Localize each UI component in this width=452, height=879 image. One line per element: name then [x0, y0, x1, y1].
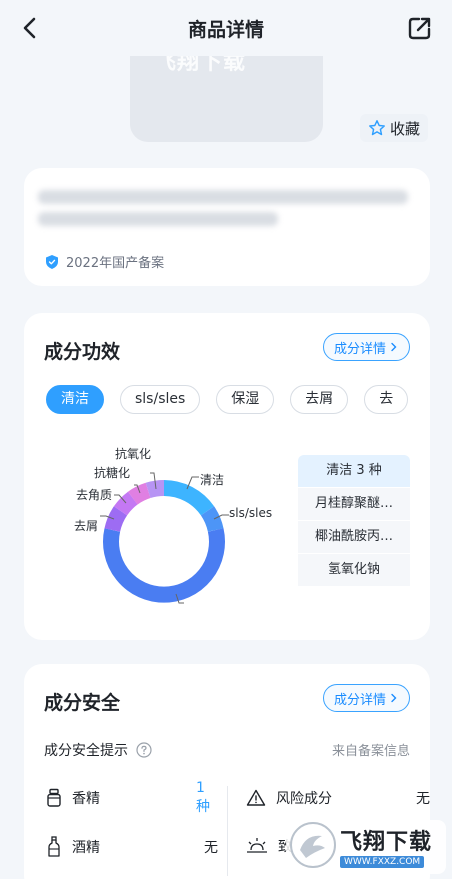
- ingredient-item[interactable]: 氢氧化钠: [298, 554, 410, 586]
- effect-card: 成分功效 成分详情 清洁 sls/sles 保湿 去屑去 清洁 sls/sles…: [24, 313, 430, 640]
- product-info-card: 2022年国产备案: [24, 168, 430, 286]
- label-dandruff: 去屑: [74, 519, 99, 533]
- favorite-label: 收藏: [389, 119, 420, 138]
- tab-dandruff[interactable]: 去屑: [290, 385, 349, 414]
- safety-row-alcohol[interactable]: 酒精 无: [46, 836, 218, 858]
- sun-icon: [247, 838, 267, 853]
- tab-moisturize[interactable]: 保湿: [216, 385, 275, 414]
- help-icon[interactable]: [136, 742, 152, 758]
- chevron-right-icon: [391, 693, 397, 703]
- effect-detail-label: 成分详情: [333, 341, 386, 357]
- label-sls: sls/sles: [229, 506, 273, 520]
- alcohol-label: 酒精: [72, 840, 100, 856]
- donut-svg: [100, 472, 229, 604]
- shield-icon: [46, 254, 58, 269]
- donut-segment-dandruff: [104, 506, 128, 532]
- warning-icon: [246, 789, 266, 806]
- safety-title: 成分安全: [44, 692, 121, 714]
- perfume-icon: [47, 788, 61, 807]
- share-button[interactable]: [406, 14, 434, 42]
- alcohol-value: 无: [204, 840, 218, 856]
- ingredient-list-header: 清洁 3 种: [298, 455, 410, 487]
- effect-detail-button[interactable]: 成分详情: [322, 333, 410, 361]
- donut-segment-sls: [200, 506, 224, 532]
- donut-segment-moisturize: [103, 528, 225, 603]
- safety-row-risk[interactable]: 风险成分 无: [246, 788, 430, 808]
- fragrance-value: 1种: [196, 780, 210, 815]
- record-badge: 2022年国产备案: [44, 252, 164, 271]
- chevron-right-icon: [391, 342, 397, 352]
- watermark-logo: 飞翔下载 WWW.FXXZ.COM: [286, 820, 446, 874]
- tab-sls[interactable]: sls/sles: [120, 385, 201, 414]
- ingredient-list: 清洁 3 种 月桂醇聚醚… 椰油酰胺丙… 氢氧化钠: [298, 455, 410, 587]
- watermark-wing-icon: [300, 835, 325, 858]
- watermark-title: 飞翔下载: [340, 830, 433, 855]
- fragrance-label: 香精: [72, 791, 100, 807]
- effect-title: 成分功效: [44, 341, 121, 363]
- blurred-product-name: [38, 190, 408, 204]
- record-text: 2022年国产备案: [66, 256, 165, 271]
- label-clean: 清洁: [200, 473, 225, 487]
- donut-segment-clean: [163, 480, 215, 516]
- blurred-product-name-line2: [38, 212, 278, 226]
- safety-row-fragrance[interactable]: 香精 1种: [46, 780, 210, 815]
- safety-detail-label: 成分详情: [333, 692, 386, 708]
- tab-clean[interactable]: 清洁: [46, 385, 104, 414]
- favorite-button[interactable]: 收藏: [359, 114, 428, 142]
- tab-more[interactable]: 去: [364, 385, 409, 414]
- bottle-icon: [48, 836, 60, 857]
- top-bar: 商品详情: [0, 0, 452, 56]
- ingredient-item[interactable]: 椰油酰胺丙…: [298, 521, 410, 553]
- donut-segment-glycation: [128, 482, 151, 505]
- label-glycation: 抗糖化: [94, 466, 131, 480]
- donut-segment-keratin: [113, 491, 138, 516]
- risk-value: 无: [416, 791, 430, 807]
- label-keratin: 去角质: [76, 488, 113, 502]
- share-icon: [408, 17, 431, 40]
- safety-subtitle: 成分安全提示: [44, 743, 128, 759]
- effect-tabs: 清洁 sls/sles 保湿 去屑去: [46, 385, 412, 415]
- safety-subtitle-row: 成分安全提示: [44, 740, 152, 760]
- page-title: 商品详情: [187, 19, 264, 41]
- ingredient-item[interactable]: 月桂醇聚醚…: [298, 488, 410, 520]
- risk-label: 风险成分: [276, 791, 332, 807]
- effect-donut-chart: 清洁 sls/sles 去屑 去角质 抗糖化 抗氧化: [24, 431, 314, 631]
- watermark-url: WWW.FXXZ.COM: [340, 856, 425, 868]
- label-antioxidant: 抗氧化: [115, 447, 152, 461]
- star-icon: [369, 120, 385, 136]
- safety-detail-button[interactable]: 成分详情: [322, 684, 410, 712]
- watermark-emblem: [290, 822, 336, 868]
- safety-divider: [227, 786, 228, 876]
- safety-source: 来自备案信息: [331, 744, 410, 759]
